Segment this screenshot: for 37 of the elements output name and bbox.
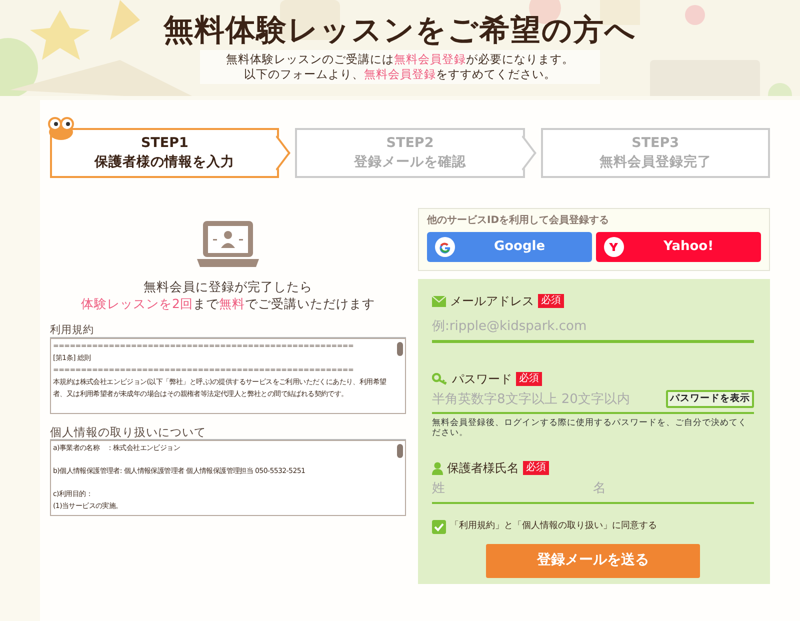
scrollbar-thumb[interactable] bbox=[397, 444, 403, 458]
show-password-button[interactable]: パスワードを表示 bbox=[666, 390, 754, 408]
person-icon bbox=[432, 462, 443, 474]
google-icon bbox=[435, 237, 455, 257]
name-field[interactable]: 姓 bbox=[432, 476, 593, 502]
step-caption: 保護者様の情報を入力 bbox=[93, 153, 236, 172]
social-login-heading: 他のサービスIDを利用して会員登録する bbox=[427, 214, 610, 228]
step-caption: 登録メールを確認 bbox=[352, 153, 467, 172]
yahoo-icon bbox=[604, 237, 624, 257]
promo-text: 体験レッスンを2回 まで無料でご受講いただけます bbox=[80, 295, 376, 312]
key-icon bbox=[432, 372, 448, 384]
step-label: STEP1 bbox=[140, 134, 190, 153]
field-label: メールアドレス bbox=[450, 293, 534, 309]
mail-icon bbox=[432, 296, 446, 306]
password-field[interactable]: 半角英数字8文字以上 20文字以内 bbox=[432, 386, 666, 412]
promo-text: 無料会員に登録が完了したら bbox=[142, 278, 314, 295]
intro-text: 無料体験レッスンのご受講には無料会員登録が必要になります。 bbox=[225, 52, 575, 67]
page-title: 無料体験レッスンをご希望の方へ bbox=[164, 12, 636, 50]
step-label: STEP2 bbox=[385, 134, 435, 153]
required-tag: 必須 bbox=[538, 294, 564, 308]
required-tag: 必須 bbox=[523, 461, 549, 475]
social-login-button[interactable]: Google bbox=[427, 232, 592, 262]
password-hint: 無料会員登録後、ログインする際に使用するパスワードを、ご自分で決めてください。 bbox=[432, 418, 748, 438]
scrollbar-thumb[interactable] bbox=[397, 342, 403, 356]
field-label: 保護者様氏名 bbox=[447, 460, 519, 476]
submit-button[interactable]: 登録メールを送る bbox=[486, 544, 700, 578]
agree-label: 「利用規約」と「個人情報の取り扱い」に同意する bbox=[450, 520, 657, 533]
required-tag: 必須 bbox=[516, 372, 542, 386]
intro-text: 以下のフォームより、無料会員登録をすすめてください。 bbox=[243, 67, 557, 82]
field-label: パスワード bbox=[452, 370, 512, 386]
step-label: STEP3 bbox=[630, 134, 680, 153]
agree-checkbox[interactable] bbox=[432, 520, 446, 534]
name-field[interactable]: 名 bbox=[593, 476, 754, 502]
step-caption: 無料会員登録完了 bbox=[598, 153, 712, 172]
laptop-icon bbox=[197, 220, 259, 268]
email-field[interactable]: 例:ripple@kidspark.com bbox=[432, 314, 754, 340]
social-login-button[interactable]: Yahoo! bbox=[596, 232, 761, 262]
